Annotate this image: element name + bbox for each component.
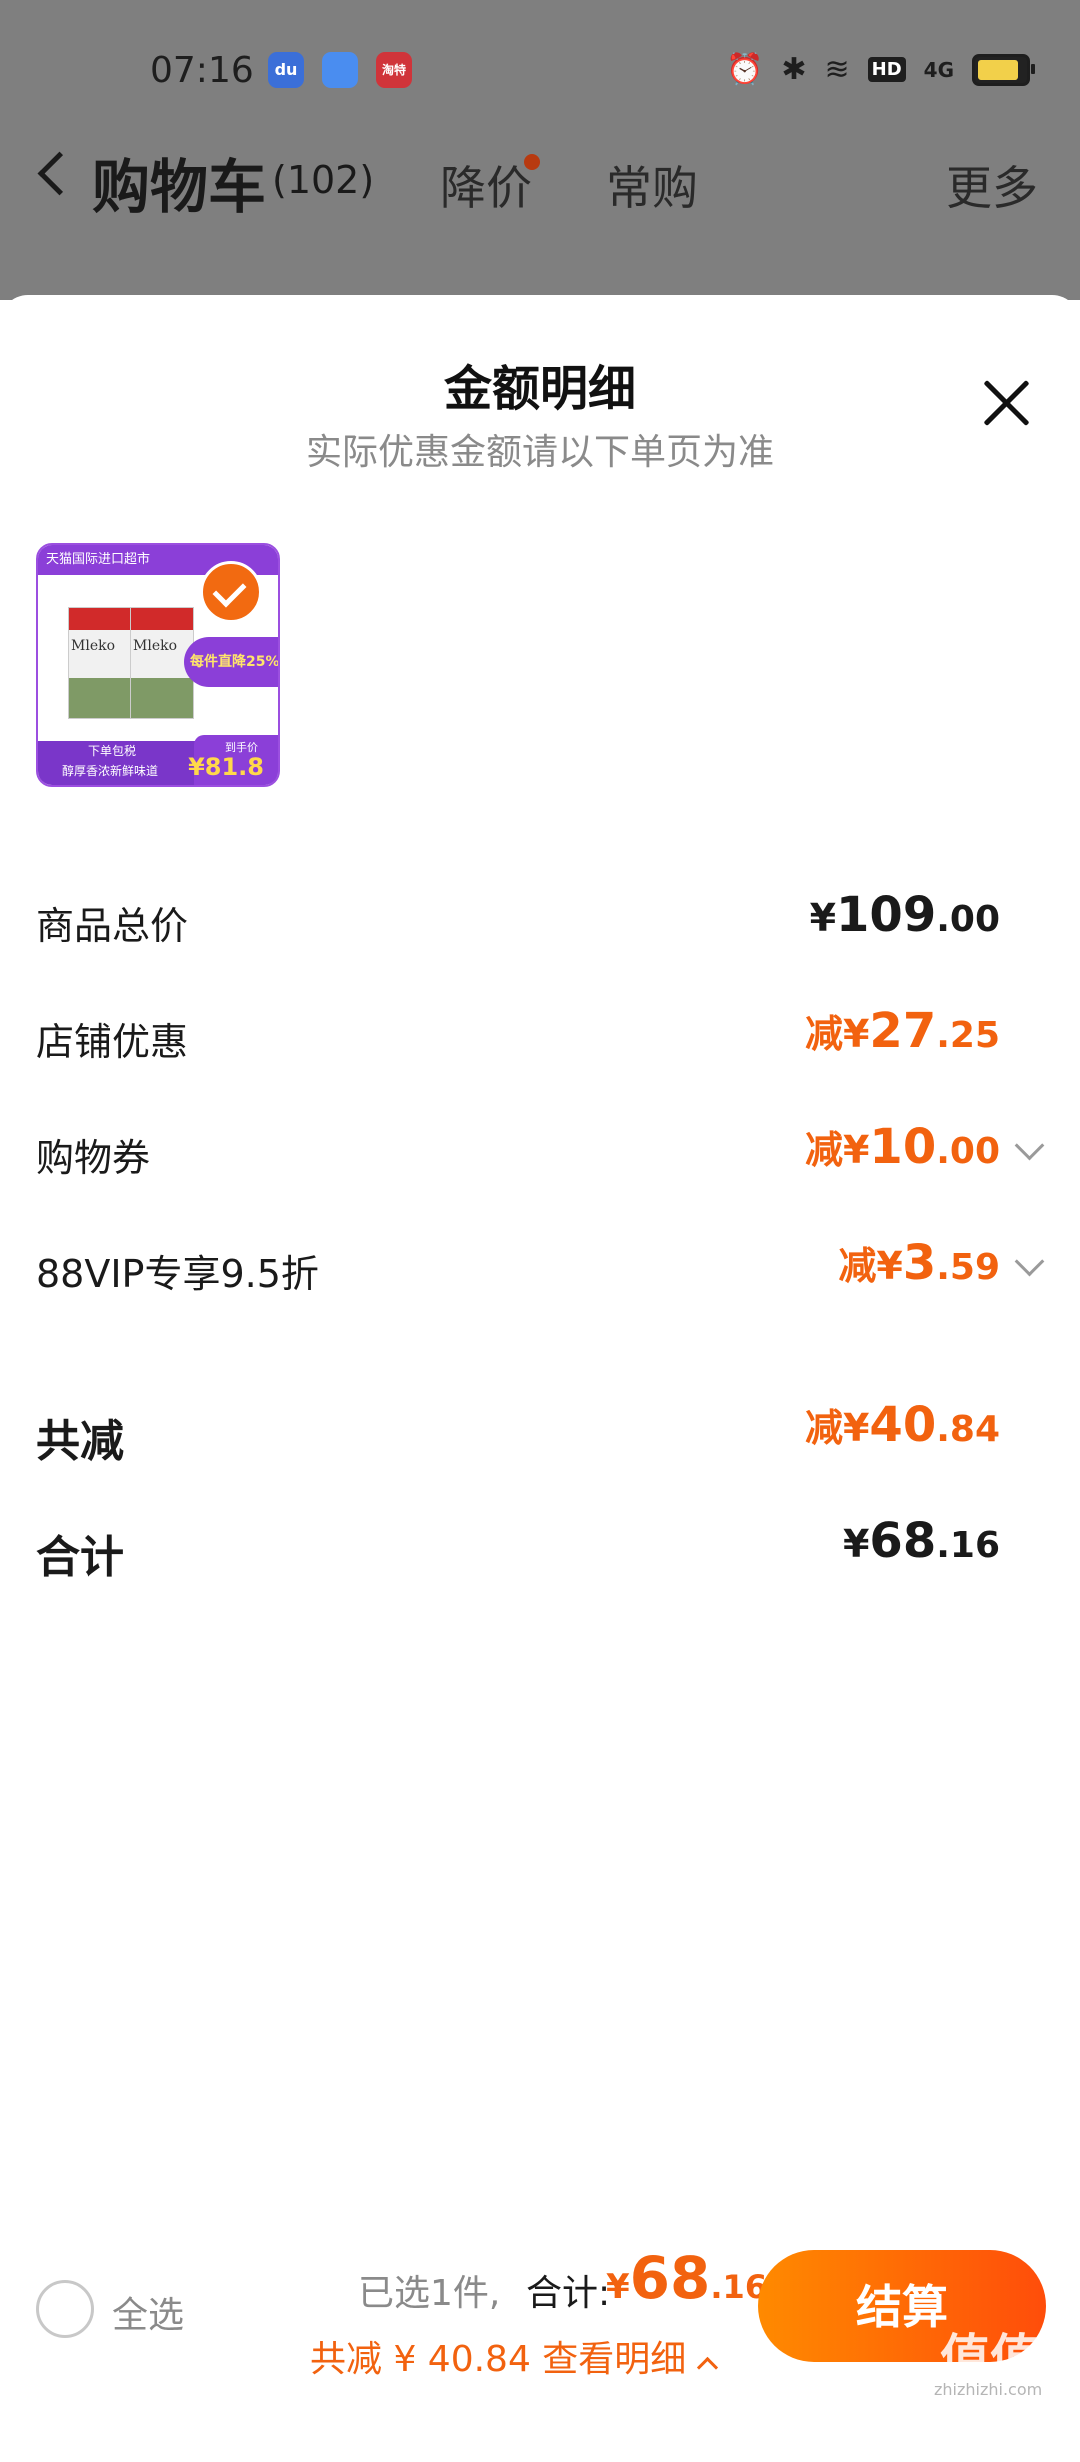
bluetooth-icon: ✱ <box>781 52 807 87</box>
tab-more[interactable]: 更多 <box>946 152 1038 218</box>
total-amount: ¥68.16 <box>606 2244 768 2312</box>
chevron-down-icon[interactable] <box>1014 1130 1045 1161</box>
sheet-title: 金额明细 <box>443 361 636 417</box>
row-label: 店铺优惠 <box>36 1020 189 1064</box>
select-all-checkbox[interactable] <box>36 2280 94 2338</box>
selected-check-icon[interactable] <box>200 561 262 623</box>
row-label: 合计 <box>36 1532 124 1583</box>
product-tagline-2: 醇厚香浓新鲜味道 <box>62 764 159 778</box>
row-amount: 减¥40.84 <box>804 1397 1000 1453</box>
selected-count: 已选1件, <box>358 2273 501 2314</box>
row-88vip-discount[interactable]: 88VIP专享9.5折 减¥3.59 <box>36 1233 1045 1303</box>
milk-carton-image: Mleko <box>68 607 132 719</box>
checkout-bar: 全选 已选1件, 合计: ¥68.16 共减 ¥ 40.84 查看明细 结算 <box>0 2230 1080 2400</box>
alarm-icon: ⏰ <box>726 52 764 87</box>
sheet-subtitle: 实际优惠金额请以下单页为准 <box>305 432 774 473</box>
product-thumbnail[interactable]: 天猫国际进口超市 Mleko Mleko 每件直降25% 下单包税 醇厚香浓新鲜… <box>36 543 280 787</box>
product-promo-badge: 每件直降25% <box>184 637 278 687</box>
row-grand-total: 合计 ¥68.16 <box>36 1511 1044 1583</box>
watermark-url: zhizhizhi.com <box>934 2380 1043 2399</box>
chevron-up-icon <box>697 2356 719 2379</box>
row-label: 购物券 <box>36 1136 151 1180</box>
tab-price-drop[interactable]: 降价 <box>440 152 532 218</box>
row-label: 共减 <box>36 1416 124 1467</box>
product-tagline-1: 下单包税 <box>88 744 137 758</box>
chevron-down-icon[interactable] <box>1014 1246 1045 1277</box>
row-amount: ¥68.16 <box>842 1513 1000 1569</box>
row-amount: ¥109.00 <box>809 887 1000 943</box>
status-icons: ⏰ ✱ ≋ HD 4G <box>726 52 1035 87</box>
status-bar: 07:16 du 淘特 ⏰ ✱ ≋ HD 4G <box>0 40 1080 104</box>
row-label: 88VIP专享9.5折 <box>36 1252 319 1296</box>
row-amount: 减¥10.00 <box>804 1119 1000 1175</box>
amount-detail-sheet: 金额明细 实际优惠金额请以下单页为准 天猫国际进口超市 Mleko Mleko … <box>0 295 1080 2400</box>
signal-icon: 4G <box>923 57 954 82</box>
wifi-icon: ≋ <box>824 52 850 87</box>
background-app-overlay: 07:16 du 淘特 ⏰ ✱ ≋ HD 4G 购物车 (102) 降价 常购 … <box>0 0 1080 300</box>
hd-icon: HD <box>867 57 906 82</box>
row-amount: 减¥3.59 <box>838 1235 1000 1291</box>
product-brand: Mleko <box>71 638 116 654</box>
cart-count: (102) <box>272 158 375 202</box>
view-details-link[interactable]: 共减 ¥ 40.84 查看明细 <box>310 2330 719 2382</box>
row-goods-total: 商品总价 ¥109.00 <box>36 885 1044 955</box>
close-icon[interactable] <box>978 375 1034 431</box>
notification-dot <box>524 154 540 170</box>
taote-app-icon: 淘特 <box>376 52 412 88</box>
battery-icon <box>972 53 1035 86</box>
product-price: ¥81.8 <box>188 753 264 781</box>
row-total-saved: 共减 减¥40.84 <box>36 1395 1044 1467</box>
baidu-app-icon: du <box>268 52 304 88</box>
cloud-app-icon <box>322 52 358 88</box>
total-label: 合计: <box>526 2273 611 2314</box>
tab-frequent[interactable]: 常购 <box>606 152 698 218</box>
row-shopping-voucher[interactable]: 购物券 减¥10.00 <box>36 1117 1045 1187</box>
select-all-label[interactable]: 全选 <box>112 2286 184 2338</box>
cart-nav-bar: 购物车 (102) 降价 常购 更多 <box>0 140 1080 221</box>
row-amount: 减¥27.25 <box>804 1003 1000 1059</box>
row-store-discount: 店铺优惠 减¥27.25 <box>36 1001 1044 1071</box>
row-label: 商品总价 <box>36 904 189 948</box>
back-icon[interactable] <box>37 151 82 196</box>
cart-title: 购物车 <box>92 153 267 221</box>
status-time: 07:16 <box>150 50 254 91</box>
